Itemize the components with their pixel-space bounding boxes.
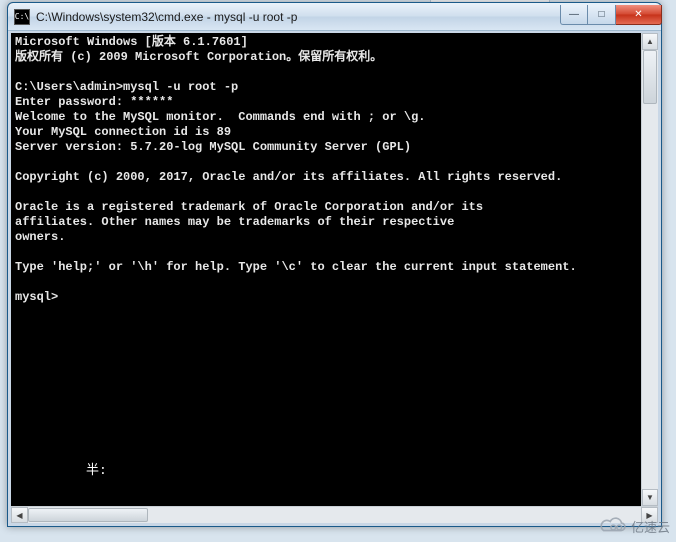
h-scroll-track[interactable] (28, 507, 641, 523)
window-controls: — □ ✕ (560, 5, 662, 25)
vertical-scrollbar[interactable]: ▲ ▼ (641, 33, 658, 506)
titlebar[interactable]: C:\ C:\Windows\system32\cmd.exe - mysql … (8, 3, 661, 31)
scroll-left-button[interactable]: ◀ (11, 507, 28, 523)
terminal-frame: Microsoft Windows [版本 6.1.7601] 版权所有 (c)… (8, 31, 661, 526)
terminal-viewport[interactable]: Microsoft Windows [版本 6.1.7601] 版权所有 (c)… (11, 33, 658, 506)
v-scroll-track[interactable] (642, 50, 658, 489)
watermark-text: 亿速云 (631, 517, 670, 536)
v-scroll-thumb[interactable] (643, 50, 657, 104)
scroll-down-button[interactable]: ▼ (642, 489, 658, 506)
h-scroll-thumb[interactable] (28, 508, 148, 522)
ime-indicator: 半: (86, 459, 107, 478)
horizontal-scrollbar[interactable]: ◀ ▶ (11, 506, 658, 523)
window-title: C:\Windows\system32\cmd.exe - mysql -u r… (36, 10, 560, 24)
cloud-icon (599, 516, 629, 536)
maximize-button[interactable]: □ (588, 5, 616, 25)
scroll-up-button[interactable]: ▲ (642, 33, 658, 50)
cmd-window: C:\ C:\Windows\system32\cmd.exe - mysql … (7, 2, 662, 527)
terminal-output: Microsoft Windows [版本 6.1.7601] 版权所有 (c)… (15, 35, 654, 305)
minimize-button[interactable]: — (560, 5, 588, 25)
close-button[interactable]: ✕ (616, 5, 662, 25)
watermark: 亿速云 (599, 516, 670, 536)
app-icon: C:\ (14, 9, 30, 25)
